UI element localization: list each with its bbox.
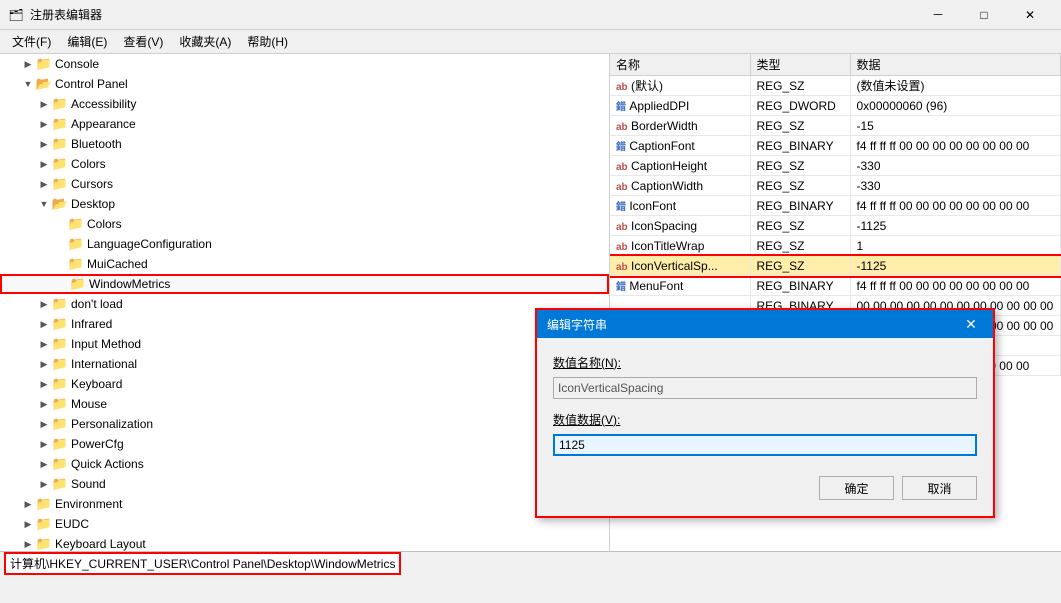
- dialog-overlay: 编辑字符串 ✕ 数值名称(N): 数值数据(V): 确定 取消: [0, 0, 1061, 603]
- dialog-name-label: 数值名称(N):: [553, 354, 977, 371]
- dialog-data-input[interactable]: [553, 434, 977, 456]
- dialog-title-bar: 编辑字符串 ✕: [537, 310, 993, 338]
- edit-string-dialog: 编辑字符串 ✕ 数值名称(N): 数值数据(V): 确定 取消: [535, 308, 995, 518]
- dialog-title: 编辑字符串: [547, 316, 607, 333]
- dialog-buttons: 确定 取消: [553, 476, 977, 500]
- dialog-cancel-button[interactable]: 取消: [902, 476, 977, 500]
- dialog-data-label: 数值数据(V):: [553, 411, 977, 428]
- dialog-close-button[interactable]: ✕: [959, 312, 983, 336]
- dialog-name-input[interactable]: [553, 377, 977, 399]
- dialog-confirm-button[interactable]: 确定: [819, 476, 894, 500]
- dialog-body: 数值名称(N): 数值数据(V): 确定 取消: [537, 338, 993, 516]
